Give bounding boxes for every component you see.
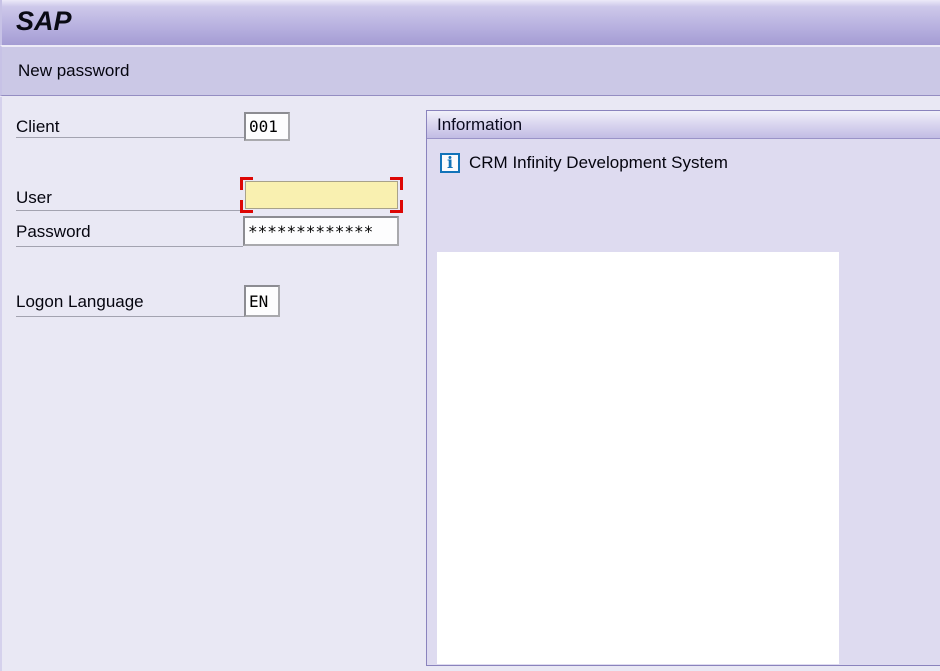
sap-logo: SAP [16,6,72,36]
logon-language-input[interactable] [244,285,280,317]
client-label-underline [16,137,244,138]
user-focus-frame [240,177,403,213]
information-panel: Information i CRM Infinity Development S… [426,110,940,666]
logon-language-label-underline [16,316,244,317]
user-input[interactable] [245,181,398,209]
client-label: Client [16,117,60,136]
user-label-underline [16,210,242,211]
information-message: CRM Infinity Development System [469,153,728,172]
user-label: User [16,188,52,207]
client-input[interactable] [244,112,290,141]
information-panel-title: Information [427,111,940,139]
password-label: Password [16,222,91,241]
titlebar: SAP [0,0,940,45]
logon-language-label: Logon Language [16,292,144,311]
password-input[interactable] [243,216,399,246]
new-password-button[interactable]: New password [18,61,130,81]
main-content: Client User Password Logon Language Info… [0,97,940,671]
application-toolbar: New password [0,45,940,96]
password-label-underline [16,246,243,247]
information-content-area [437,252,839,664]
sap-logon-window: { "window": { "logo": "SAP" }, "toolbar"… [0,0,940,671]
info-icon: i [440,153,460,173]
